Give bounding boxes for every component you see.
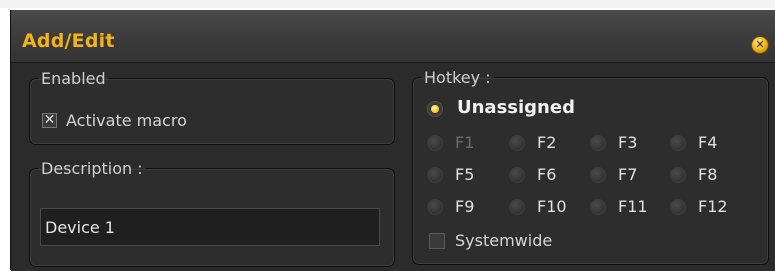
hotkey-legend: Hotkey : <box>424 68 491 87</box>
f4-label: F4 <box>698 133 718 152</box>
radio-f12[interactable] <box>670 199 686 215</box>
description-input[interactable] <box>40 208 380 246</box>
radio-f11[interactable] <box>590 199 606 215</box>
activate-macro-label[interactable]: Activate macro <box>66 111 187 130</box>
radio-f9[interactable] <box>427 199 443 215</box>
radio-f10[interactable] <box>509 199 525 215</box>
radio-unassigned[interactable] <box>427 101 443 117</box>
background-strip <box>0 0 775 8</box>
f5-label: F5 <box>455 165 475 184</box>
f9-label: F9 <box>455 197 475 216</box>
f8-label: F8 <box>698 165 718 184</box>
f2-label: F2 <box>537 133 557 152</box>
checkmark-x-icon: ✕ <box>43 112 56 128</box>
radio-f3[interactable] <box>590 135 606 151</box>
f7-label: F7 <box>618 165 638 184</box>
radio-f7[interactable] <box>590 167 606 183</box>
close-icon[interactable]: ✕ <box>751 36 769 54</box>
radio-f2[interactable] <box>509 135 525 151</box>
radio-f6[interactable] <box>509 167 525 183</box>
dialog-body: Enabled ✕ Activate macro Description : H… <box>11 62 775 271</box>
radio-f4[interactable] <box>670 135 686 151</box>
hotkey-group: Hotkey : Unassigned F1 F2 F3 F4 F5 F6 F7… <box>412 68 769 265</box>
f12-label: F12 <box>698 197 728 216</box>
title-bar[interactable]: Add/Edit ✕ <box>11 10 775 62</box>
systemwide-label[interactable]: Systemwide <box>455 231 552 250</box>
f6-label: F6 <box>537 165 557 184</box>
dialog-title: Add/Edit <box>22 30 115 52</box>
activate-macro-checkbox[interactable]: ✕ <box>42 112 57 128</box>
systemwide-checkbox[interactable] <box>429 233 445 249</box>
f1-label: F1 <box>455 133 475 152</box>
add-edit-dialog: Add/Edit ✕ Enabled ✕ Activate macro Desc… <box>10 10 775 271</box>
unassigned-label[interactable]: Unassigned <box>457 97 575 118</box>
description-group: Description : <box>29 159 395 267</box>
radio-f5[interactable] <box>427 167 443 183</box>
description-legend: Description : <box>41 159 143 178</box>
enabled-legend: Enabled <box>41 69 106 88</box>
f11-label: F11 <box>618 197 648 216</box>
f10-label: F10 <box>537 197 567 216</box>
f3-label: F3 <box>618 133 638 152</box>
radio-f1[interactable] <box>427 135 443 151</box>
enabled-group: Enabled ✕ Activate macro <box>29 69 395 145</box>
radio-f8[interactable] <box>670 167 686 183</box>
